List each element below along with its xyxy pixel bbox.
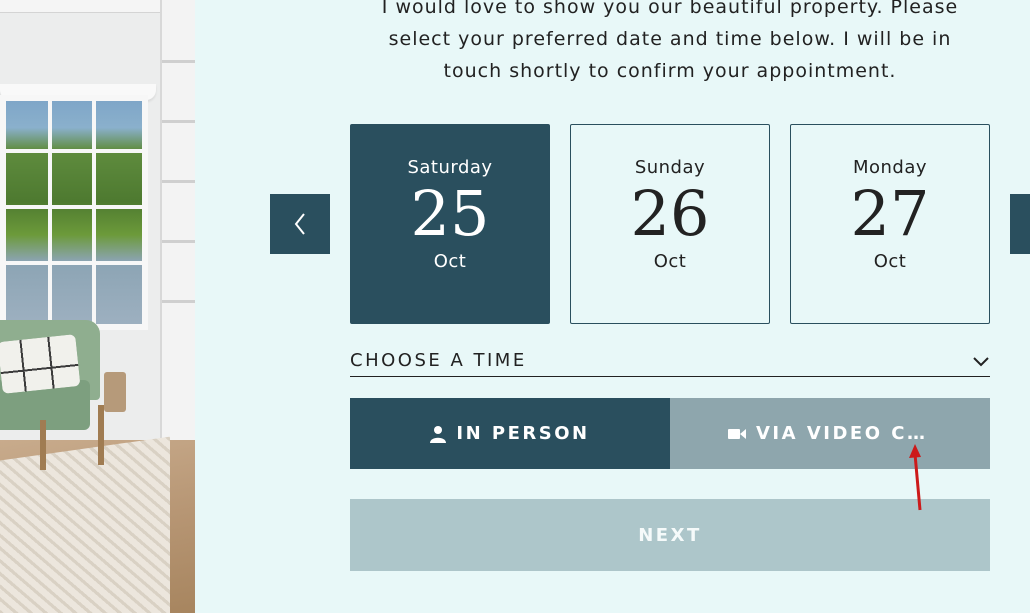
annotation-arrow-icon [909, 444, 922, 511]
date-weekday: Monday [852, 157, 928, 178]
time-select-label: CHOOSE A TIME [350, 350, 527, 371]
date-day: 27 [850, 177, 930, 250]
date-card-saturday[interactable]: Saturday 25 Oct [350, 124, 550, 324]
living-room-photo [0, 0, 195, 613]
intro-text: I would love to show you our beautiful p… [350, 0, 990, 87]
chevron-down-icon [973, 356, 989, 366]
date-weekday: Saturday [407, 157, 493, 178]
previous-dates-button[interactable] [270, 194, 330, 254]
next-button[interactable]: NEXT [350, 499, 990, 571]
in-person-label: IN PERSON [456, 423, 590, 444]
video-camera-icon [728, 428, 746, 439]
video-chat-option[interactable]: VIA VIDEO CH… [670, 398, 990, 469]
next-button-label: NEXT [638, 524, 702, 546]
intro-line-1: I would love to show you our beautiful p… [381, 0, 959, 18]
person-icon [430, 425, 447, 443]
time-select[interactable]: CHOOSE A TIME [350, 345, 990, 377]
next-dates-button[interactable] [1010, 194, 1030, 254]
date-month: Oct [873, 251, 907, 272]
date-day: 25 [410, 177, 490, 250]
intro-line-2: select your preferred date and time belo… [388, 28, 952, 50]
date-card-monday[interactable]: Monday 27 Oct [790, 124, 990, 324]
meeting-type-toggle: IN PERSON VIA VIDEO CH… [350, 398, 990, 469]
date-card-sunday[interactable]: Sunday 26 Oct [570, 124, 770, 324]
in-person-option[interactable]: IN PERSON [350, 398, 670, 469]
date-weekday: Sunday [634, 157, 706, 178]
date-month: Oct [433, 251, 467, 272]
date-day: 26 [630, 177, 710, 250]
date-month: Oct [653, 251, 687, 272]
chevron-left-icon [294, 213, 305, 235]
intro-line-3: touch shortly to confirm your appointmen… [443, 60, 897, 82]
